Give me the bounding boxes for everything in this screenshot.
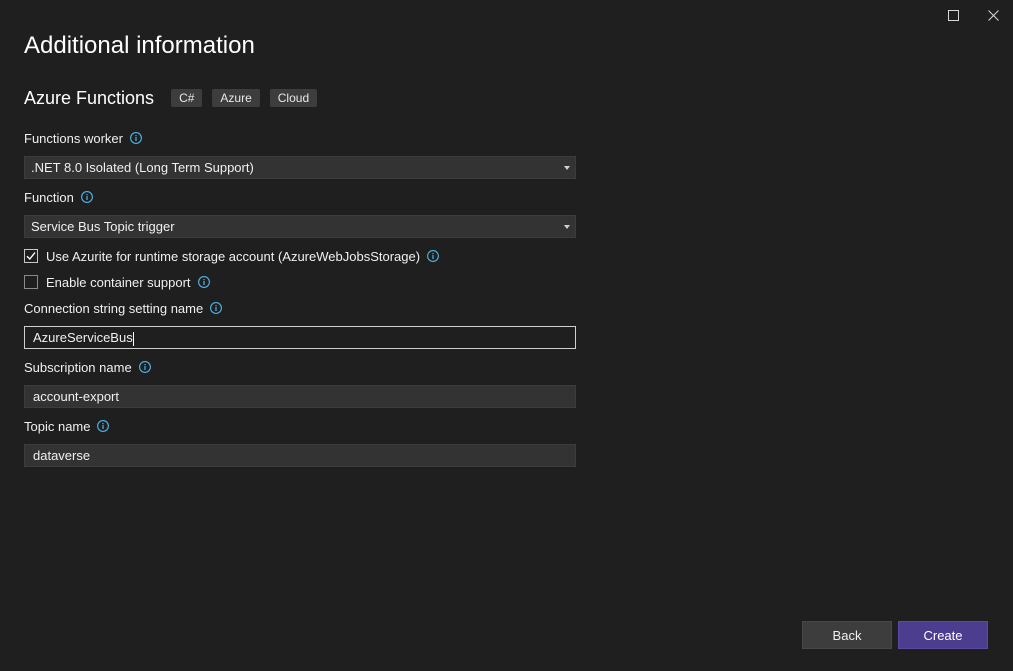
template-name: Azure Functions	[24, 88, 155, 108]
topic-name-value: dataverse	[33, 448, 91, 463]
dialog-window: Additional information Azure Functions C…	[0, 0, 1013, 671]
subscription-name-label: Subscription name	[24, 358, 151, 376]
create-button[interactable]: Create	[898, 621, 988, 649]
back-button[interactable]: Back	[802, 621, 892, 649]
text-cursor	[132, 331, 134, 346]
info-icon[interactable]	[138, 361, 151, 373]
subscription-name-input[interactable]: account-export	[24, 385, 576, 408]
info-icon[interactable]	[130, 132, 142, 144]
functions-worker-label-text: Functions worker	[24, 130, 123, 146]
info-icon[interactable]	[210, 302, 223, 314]
connection-string-label-text: Connection string setting name	[24, 300, 204, 316]
topic-name-label: Topic name	[24, 417, 110, 435]
functions-worker-value: .NET 8.0 Isolated (Long Term Support)	[31, 160, 254, 175]
enable-container-row: Enable container support	[24, 273, 210, 291]
function-value: Service Bus Topic trigger	[31, 219, 175, 234]
info-icon[interactable]	[97, 420, 110, 432]
template-header: Azure Functions C# Azure Cloud	[24, 86, 327, 110]
functions-worker-label: Functions worker	[24, 129, 142, 147]
enable-container-checkbox[interactable]	[24, 275, 38, 289]
tag-azure: Azure	[212, 89, 260, 107]
chevron-down-icon	[564, 166, 570, 170]
page-title: Additional information	[24, 32, 255, 59]
chevron-down-icon	[564, 225, 570, 229]
checkmark-icon	[26, 252, 36, 261]
functions-worker-select[interactable]: .NET 8.0 Isolated (Long Term Support)	[24, 156, 576, 179]
maximize-icon	[947, 9, 959, 21]
tag-cloud: Cloud	[269, 89, 318, 107]
topic-name-input[interactable]: dataverse	[24, 444, 576, 467]
tag-csharp: C#	[171, 89, 203, 107]
function-select[interactable]: Service Bus Topic trigger	[24, 215, 576, 238]
info-icon[interactable]	[80, 191, 93, 203]
enable-container-label: Enable container support	[46, 274, 191, 290]
subscription-name-label-text: Subscription name	[24, 359, 132, 375]
info-icon[interactable]	[197, 276, 210, 288]
subscription-name-value: account-export	[33, 389, 119, 404]
function-label: Function	[24, 188, 93, 206]
use-azurite-label: Use Azurite for runtime storage account …	[46, 248, 421, 264]
close-icon	[987, 9, 999, 21]
connection-string-label: Connection string setting name	[24, 299, 223, 317]
close-button[interactable]	[980, 4, 1006, 26]
connection-string-input[interactable]: AzureServiceBus	[24, 326, 576, 349]
use-azurite-row: Use Azurite for runtime storage account …	[24, 247, 440, 265]
maximize-button[interactable]	[940, 4, 966, 26]
function-label-text: Function	[24, 189, 74, 205]
topic-name-label-text: Topic name	[24, 418, 91, 434]
connection-string-value: AzureServiceBus	[33, 330, 133, 345]
info-icon[interactable]	[427, 250, 440, 262]
use-azurite-checkbox[interactable]	[24, 249, 38, 263]
